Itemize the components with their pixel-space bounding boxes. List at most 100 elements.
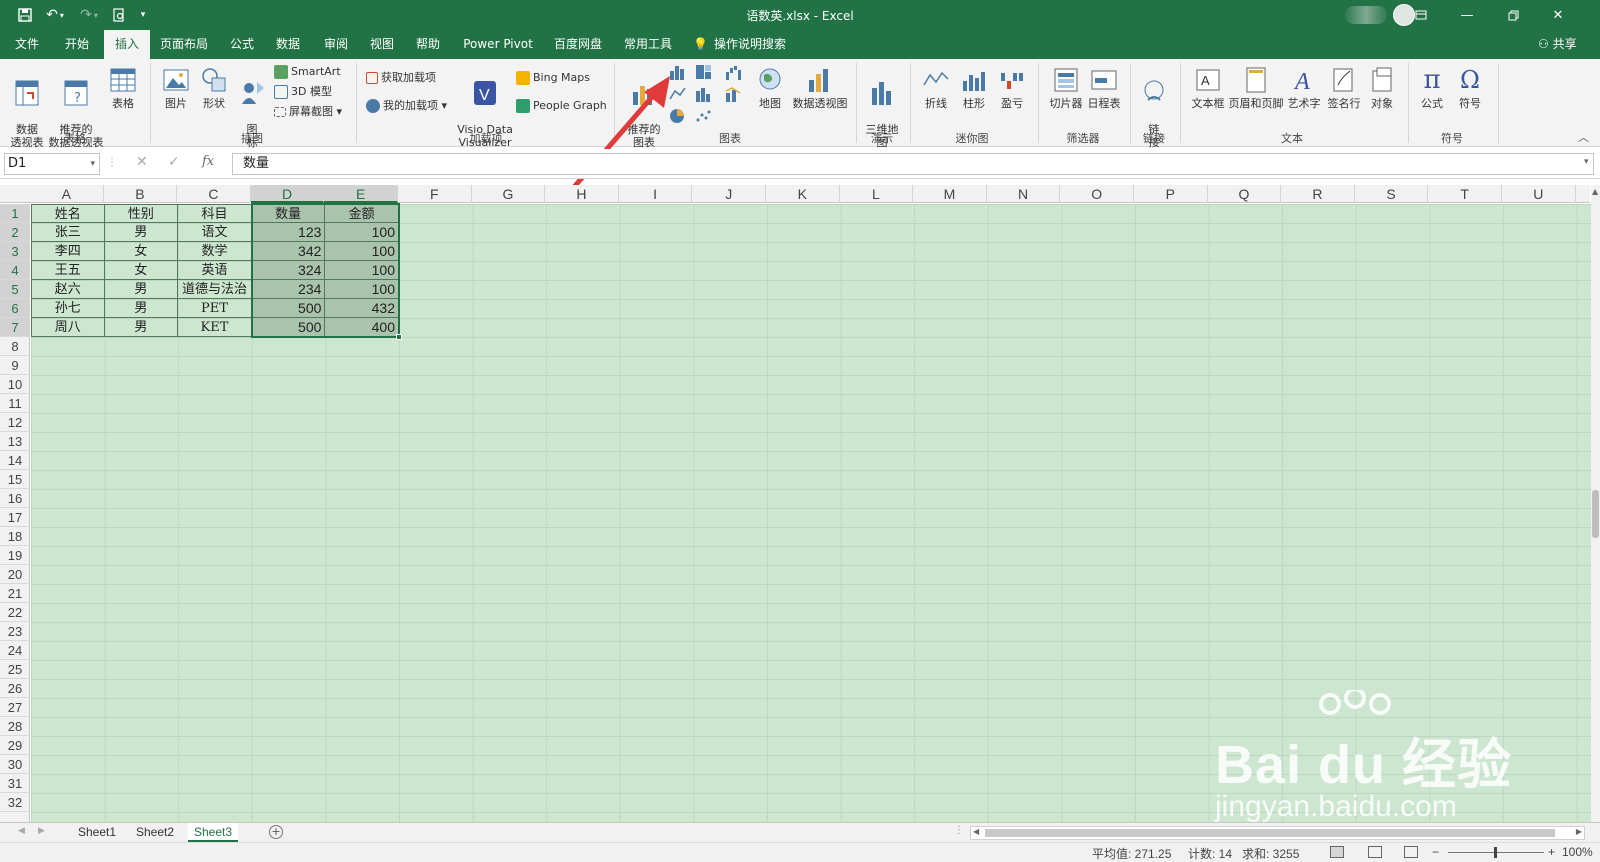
scroll-left-icon[interactable]: ◀ bbox=[973, 827, 979, 836]
table-cell[interactable]: 400 bbox=[325, 318, 399, 337]
scatter-chart-icon[interactable] bbox=[694, 107, 714, 125]
row-header[interactable]: 2 bbox=[0, 223, 30, 242]
table-cell[interactable]: 赵六 bbox=[31, 280, 105, 299]
row-header[interactable]: 23 bbox=[0, 622, 30, 641]
tab-baidu-netdisk[interactable]: 百度网盘 bbox=[548, 30, 608, 59]
column-header[interactable]: S bbox=[1355, 185, 1429, 203]
row-header[interactable]: 28 bbox=[0, 717, 30, 736]
table-cell[interactable]: KET bbox=[178, 318, 252, 337]
scroll-up-icon[interactable]: ▲ bbox=[1592, 187, 1598, 196]
table-header-cell[interactable]: 姓名 bbox=[31, 204, 105, 223]
table-cell[interactable]: 张三 bbox=[31, 223, 105, 242]
table-cell[interactable]: 500 bbox=[251, 299, 326, 318]
hierarchy-chart-icon[interactable] bbox=[694, 63, 714, 81]
column-header[interactable]: G bbox=[472, 185, 546, 203]
row-header[interactable]: 26 bbox=[0, 679, 30, 698]
row-header[interactable]: 7 bbox=[0, 318, 30, 337]
column-header[interactable]: D bbox=[250, 185, 325, 203]
pictures-button[interactable]: 图片 bbox=[158, 65, 194, 110]
row-header[interactable]: 15 bbox=[0, 470, 30, 489]
header-footer-button[interactable]: 页眉和页脚 bbox=[1226, 65, 1286, 110]
row-header[interactable]: 1 bbox=[0, 204, 30, 223]
scroll-right-icon[interactable]: ▶ bbox=[1576, 827, 1582, 836]
text-box-button[interactable]: A 文本框 bbox=[1186, 65, 1230, 110]
row-header[interactable]: 32 bbox=[0, 793, 30, 812]
table-cell[interactable]: 男 bbox=[104, 299, 179, 318]
get-addins-button[interactable]: 获取加载项 bbox=[366, 69, 436, 87]
waterfall-chart-icon[interactable] bbox=[724, 63, 744, 81]
table-cell[interactable]: 324 bbox=[251, 261, 326, 280]
table-cell[interactable]: 女 bbox=[104, 261, 179, 280]
column-header[interactable]: E bbox=[324, 185, 398, 203]
column-header[interactable]: B bbox=[104, 185, 178, 203]
table-cell[interactable]: 男 bbox=[104, 223, 179, 242]
close-icon[interactable]: ✕ bbox=[1536, 0, 1580, 30]
tab-common-tools[interactable]: 常用工具 bbox=[618, 30, 678, 59]
table-cell[interactable]: 342 bbox=[251, 242, 326, 261]
row-header[interactable]: 12 bbox=[0, 413, 30, 432]
zoom-level[interactable]: 100% bbox=[1562, 845, 1593, 859]
shapes-button[interactable]: 形状 bbox=[196, 65, 232, 110]
table-cell[interactable]: 男 bbox=[104, 280, 179, 299]
table-cell[interactable]: 李四 bbox=[31, 242, 105, 261]
table-cell[interactable]: 道德与法治 bbox=[178, 280, 252, 299]
share-button[interactable]: ⚇ 共享 bbox=[1538, 30, 1577, 59]
column-header[interactable]: P bbox=[1134, 185, 1208, 203]
row-header[interactable]: 30 bbox=[0, 755, 30, 774]
row-header[interactable]: 10 bbox=[0, 375, 30, 394]
row-header[interactable]: 17 bbox=[0, 508, 30, 527]
expand-formula-icon[interactable]: ▾ bbox=[1584, 157, 1589, 167]
table-header-cell[interactable]: 金额 bbox=[325, 204, 399, 223]
table-cell[interactable]: 500 bbox=[251, 318, 326, 337]
line-chart-icon[interactable] bbox=[668, 85, 688, 103]
row-header[interactable]: 4 bbox=[0, 261, 30, 280]
map-chart-button[interactable]: 地图 bbox=[752, 65, 788, 110]
table-button[interactable]: 表格 bbox=[104, 65, 142, 110]
prev-sheet-icon[interactable]: ◀ bbox=[18, 826, 25, 836]
column-header[interactable]: I bbox=[619, 185, 693, 203]
row-header[interactable]: 20 bbox=[0, 565, 30, 584]
zoom-out-icon[interactable]: − bbox=[1432, 845, 1439, 859]
table-cell[interactable]: PET bbox=[178, 299, 252, 318]
column-header[interactable]: J bbox=[692, 185, 766, 203]
column-header[interactable]: R bbox=[1281, 185, 1355, 203]
row-header[interactable]: 8 bbox=[0, 337, 30, 356]
next-sheet-icon[interactable]: ▶ bbox=[38, 826, 45, 836]
combo-chart-icon[interactable] bbox=[724, 85, 744, 103]
zoom-in-icon[interactable]: + bbox=[1548, 845, 1555, 859]
table-cell[interactable]: 英语 bbox=[178, 261, 252, 280]
row-header[interactable]: 3 bbox=[0, 242, 30, 261]
table-cell[interactable]: 100 bbox=[325, 242, 399, 261]
statistic-chart-icon[interactable] bbox=[694, 85, 714, 103]
tab-insert[interactable]: 插入 bbox=[104, 30, 150, 59]
horizontal-scroll-thumb[interactable] bbox=[985, 829, 1555, 837]
row-header[interactable]: 29 bbox=[0, 736, 30, 755]
insert-function-icon[interactable]: fx bbox=[202, 154, 214, 169]
table-cell[interactable]: 王五 bbox=[31, 261, 105, 280]
row-header[interactable]: 21 bbox=[0, 584, 30, 603]
column-header[interactable]: H bbox=[545, 185, 619, 203]
ribbon-display-icon[interactable] bbox=[1398, 0, 1444, 30]
column-header[interactable]: T bbox=[1428, 185, 1502, 203]
table-cell[interactable]: 123 bbox=[251, 223, 326, 242]
row-header[interactable]: 11 bbox=[0, 394, 30, 413]
tab-page-layout[interactable]: 页面布局 bbox=[154, 30, 214, 59]
table-header-cell[interactable]: 性别 bbox=[104, 204, 179, 223]
sparkline-line-button[interactable]: 折线 bbox=[918, 65, 954, 110]
fill-handle[interactable] bbox=[396, 334, 402, 340]
row-header[interactable]: 25 bbox=[0, 660, 30, 679]
row-header[interactable]: 9 bbox=[0, 356, 30, 375]
people-graph-button[interactable]: People Graph bbox=[516, 97, 607, 115]
enter-icon[interactable]: ✓ bbox=[168, 154, 180, 170]
vertical-scrollbar[interactable]: ▲ bbox=[1591, 185, 1600, 822]
sheet-tab-1[interactable]: Sheet1 bbox=[72, 823, 122, 842]
pie-chart-icon[interactable] bbox=[668, 107, 688, 125]
sparkline-winloss-button[interactable]: 盈亏 bbox=[994, 65, 1030, 110]
table-cell[interactable]: 100 bbox=[325, 223, 399, 242]
table-header-cell[interactable]: 数量 bbox=[251, 204, 326, 223]
formula-input[interactable]: 数量 bbox=[232, 153, 1594, 175]
table-cell[interactable]: 数学 bbox=[178, 242, 252, 261]
column-header[interactable]: M bbox=[913, 185, 987, 203]
tab-file[interactable]: 文件 bbox=[6, 30, 48, 59]
signature-line-button[interactable]: 签名行 bbox=[1324, 65, 1364, 110]
